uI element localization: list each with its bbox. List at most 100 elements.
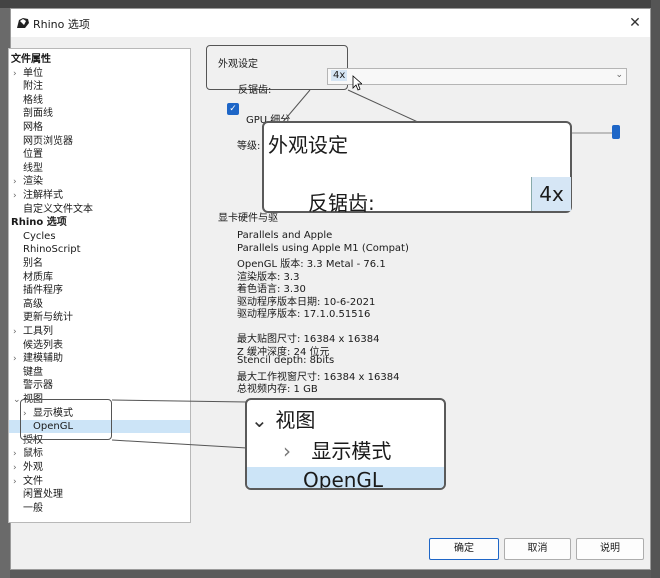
chevron-right-icon: › [13, 449, 17, 460]
tree-item[interactable]: Rhino 选项 [9, 216, 190, 229]
tree-callout-source-highlight [20, 399, 112, 440]
chevron-right-icon: › [13, 476, 17, 487]
chevron-right-icon: › [13, 463, 17, 473]
tree-item[interactable]: 格线 [9, 94, 190, 107]
antialias-value: 4x [331, 70, 348, 81]
cancel-button[interactable]: 取消 [504, 538, 571, 560]
appearance-zoom-callout: 外观设定 反锯齿: 4x [262, 121, 572, 215]
tree-item[interactable]: 自定义文件文本 [9, 203, 190, 216]
tree-item-label: 注解样式 [23, 190, 63, 201]
title-bar[interactable]: Rhino 选项 ✕ [11, 9, 650, 37]
rhino-app-icon [17, 18, 29, 28]
tree-item[interactable]: RhinoScript [9, 243, 190, 256]
help-button[interactable]: 说明 [576, 538, 644, 560]
tree-item[interactable]: 高级 [9, 298, 190, 311]
tree-item[interactable]: › 工具列 [9, 325, 190, 338]
tree-item-label: 附注 [23, 81, 43, 93]
close-icon[interactable]: ✕ [624, 13, 646, 33]
tree-item[interactable]: 警示器 [9, 379, 190, 392]
tree-item[interactable]: 材质库 [9, 271, 190, 284]
tree-item[interactable]: › 渲染 [9, 175, 190, 188]
tree-item[interactable]: 候选列表 [9, 339, 190, 352]
tree-zoom-callout: ⌄ 视图 › 显示模式 OpenGL [245, 398, 446, 490]
zoom-tree-view-label: 视图 [275, 408, 316, 432]
ok-button[interactable]: 确定 [429, 538, 499, 560]
tree-item-label: RhinoScript [23, 244, 81, 256]
zoom-antialias-value: 4x [531, 177, 571, 211]
tree-item[interactable]: 网页浏览器 [9, 135, 190, 148]
level-slider-track[interactable] [570, 132, 615, 134]
antialias-dropdown[interactable]: 4x ⌄ [327, 68, 627, 85]
tree-item[interactable]: 别名 [9, 257, 190, 270]
tree-item-label: 外观 [23, 462, 43, 473]
tree-item[interactable]: 一般 [9, 502, 190, 515]
appearance-group-title: 外观设定 [218, 59, 258, 70]
hardware-info-line: 总视频内存: 1 GB [237, 384, 318, 395]
tree-item-label: 单位 [23, 67, 43, 79]
tree-item-label: 键盘 [23, 366, 43, 378]
tree-item-label: 格线 [23, 94, 43, 106]
level-slider-thumb[interactable] [612, 125, 620, 139]
hardware-info-line: Parallels and Apple [237, 230, 333, 241]
tree-item-label: 警示器 [23, 380, 53, 392]
mouse-cursor-icon [352, 75, 362, 91]
tree-item[interactable]: › 注解样式 [9, 189, 190, 202]
zoom-tree-view: ⌄ 视图 [247, 406, 444, 435]
zoom-tree-opengl: OpenGL [247, 467, 444, 490]
chevron-right-icon: › [283, 439, 291, 463]
gpu-checkbox[interactable]: ✓ [227, 103, 239, 115]
tree-item[interactable]: 文件属性 [9, 53, 190, 66]
window-title: Rhino 选项 [33, 18, 90, 31]
level-label: 等级: [237, 141, 261, 152]
antialias-label: 反锯齿: [238, 85, 272, 96]
tree-item-label: Rhino 选项 [11, 217, 67, 229]
tree-item-label: 别名 [23, 258, 43, 269]
zoom-tree-display-mode: › 显示模式 [247, 437, 444, 466]
tree-item-label: 文件 [23, 475, 43, 487]
tree-item[interactable]: 剖面线 [9, 107, 190, 120]
tree-item-label: 渲染 [23, 176, 43, 188]
tree-item[interactable]: 插件程序 [9, 284, 190, 297]
tree-item-label: 更新与统计 [23, 312, 73, 324]
chevron-right-icon: › [13, 354, 17, 365]
tree-item[interactable]: › 单位 [9, 67, 190, 80]
zoom-tree-opengl-label: OpenGL [303, 468, 384, 490]
tree-item-label: 闲置处理 [23, 489, 63, 501]
background-right [651, 0, 660, 578]
chevron-right-icon: › [13, 327, 17, 337]
hardware-info-line: Parallels using Apple M1 (Compat) [237, 242, 409, 254]
chevron-right-icon: › [13, 68, 17, 79]
tree-item[interactable]: 线型 [9, 162, 190, 175]
tree-item-label: 候选列表 [23, 339, 63, 351]
tree-item-label: 建模辅助 [23, 353, 63, 365]
tree-item-label: 网页浏览器 [23, 135, 73, 147]
tree-item[interactable]: › 外观 [9, 461, 190, 474]
tree-item-label: 鼠标 [23, 448, 43, 460]
options-tree[interactable]: 文件属性 › 单位 附注 格线 剖面线 网格 网页浏览器 位置 线型 › 渲染 › 注解样式 自定义文件文本… [8, 48, 191, 523]
checkmark-icon: ✓ [229, 104, 237, 114]
tree-item[interactable]: 网格 [9, 121, 190, 134]
tree-item-label: 高级 [23, 298, 43, 310]
tree-item-label: 线型 [23, 162, 43, 174]
tree-item[interactable]: › 文件 [9, 475, 190, 488]
tree-item[interactable]: 键盘 [9, 366, 190, 379]
chevron-right-icon: › [13, 177, 17, 188]
background-top [0, 0, 660, 8]
tree-item-label: 材质库 [23, 271, 53, 283]
tree-item[interactable]: 附注 [9, 80, 190, 93]
zoom-tree-display-mode-label: 显示模式 [311, 439, 392, 463]
tree-item[interactable]: 位置 [9, 148, 190, 161]
tree-item[interactable]: 更新与统计 [9, 311, 190, 324]
tree-item[interactable]: 闲置处理 [9, 488, 190, 501]
tree-item-label: 位置 [23, 149, 43, 161]
tree-item[interactable]: Cycles [9, 230, 190, 243]
tree-item-label: 文件属性 [11, 54, 51, 65]
tree-item[interactable]: › 鼠标 [9, 447, 190, 460]
hardware-info-line: Stencil depth: 8bits [237, 355, 335, 366]
tree-item-label: 工具列 [23, 326, 53, 337]
tree-item-label: 网格 [23, 122, 43, 133]
tree-item[interactable]: › 建模辅助 [9, 352, 190, 365]
chevron-down-icon: ⌄ [251, 408, 268, 432]
tree-item-label: 一般 [23, 502, 43, 514]
zoom-appearance-title: 外观设定 [268, 133, 348, 157]
